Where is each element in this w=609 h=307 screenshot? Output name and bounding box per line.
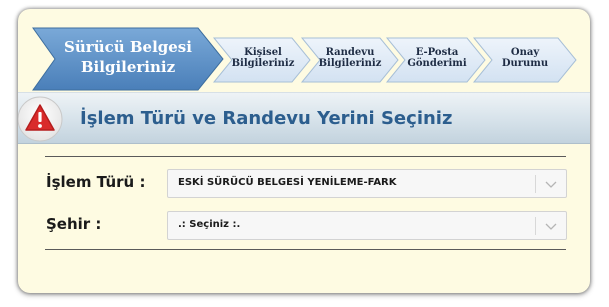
chevron-down-icon[interactable] bbox=[544, 177, 558, 191]
step-active-line2: Bilgileriniz bbox=[80, 58, 176, 76]
step-kisisel-line2: Bilgileriniz bbox=[231, 58, 295, 69]
islem-turu-label: İşlem Türü : bbox=[46, 173, 146, 191]
sehir-value: .: Seçiniz :. bbox=[178, 219, 241, 230]
step-onay-line2: Durumu bbox=[501, 58, 549, 69]
step-eposta-line1: E-Posta bbox=[415, 47, 459, 58]
step-kisisel-line1: Kişisel bbox=[244, 47, 282, 58]
sehir-select[interactable]: .: Seçiniz :. bbox=[167, 211, 567, 240]
step-onay-line1: Onay bbox=[510, 47, 540, 58]
islem-turu-select[interactable]: ESKİ SÜRÜCÜ BELGESİ YENİLEME-FARK bbox=[167, 169, 567, 198]
sehir-label: Şehir : bbox=[46, 215, 102, 233]
step-kisisel: Kişisel Bilgileriniz bbox=[228, 47, 298, 69]
step-eposta-line2: Gönderimi bbox=[407, 58, 467, 69]
page-title: İşlem Türü ve Randevu Yerini Seçiniz bbox=[80, 108, 453, 129]
step-eposta: E-Posta Gönderimi bbox=[401, 47, 473, 69]
step-randevu: Randevu Bilgileriniz bbox=[315, 47, 385, 69]
step-randevu-line2: Bilgileriniz bbox=[318, 58, 382, 69]
form-bottom-divider bbox=[45, 249, 566, 250]
wizard-steps: Sürücü Belgesi Bilgileriniz Kişisel Bilg… bbox=[18, 9, 590, 99]
step-randevu-line1: Randevu bbox=[325, 47, 375, 58]
select-separator bbox=[535, 217, 536, 235]
select-separator bbox=[535, 175, 536, 193]
islem-turu-value: ESKİ SÜRÜCÜ BELGESİ YENİLEME-FARK bbox=[178, 177, 397, 188]
step-surucu-belgesi: Sürücü Belgesi Bilgileriniz bbox=[58, 37, 198, 77]
step-active-line1: Sürücü Belgesi bbox=[64, 38, 192, 56]
step-onay: Onay Durumu bbox=[490, 47, 560, 69]
form-top-divider bbox=[45, 156, 566, 157]
chevron-down-icon[interactable] bbox=[544, 219, 558, 233]
warning-icon bbox=[18, 96, 63, 142]
appointment-panel: Sürücü Belgesi Bilgileriniz Kişisel Bilg… bbox=[18, 9, 590, 293]
